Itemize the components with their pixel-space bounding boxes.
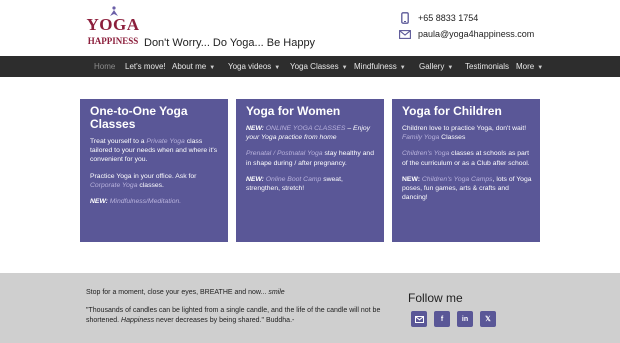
breathe-quote: Stop for a moment, close your eyes, BREA… [86, 289, 285, 296]
logo-bottom-text: HAPPINESS [87, 36, 139, 46]
chevron-down-icon: ▼ [209, 65, 216, 71]
email-icon [414, 315, 424, 323]
x-icon: 𝕏 [485, 315, 491, 323]
corporate-yoga-link[interactable]: Corporate Yoga [90, 182, 138, 189]
online-yoga-classes-link[interactable]: ONLINE YOGA CLASSES [266, 125, 346, 132]
card-yoga-for-women: Yoga for Women NEW: ONLINE YOGA CLASSES … [236, 99, 384, 242]
nav-item-home[interactable]: Home [94, 56, 115, 77]
online-boot-camp-link[interactable]: Online Boot Camp [266, 176, 322, 183]
card-title: Yoga for Women [246, 104, 341, 118]
phone-icon [398, 12, 412, 24]
mindfulness-link[interactable]: Mindfulness/Meditation. [110, 198, 181, 205]
childrens-yoga-link[interactable]: Children's Yoga [402, 150, 449, 157]
card-body: Children love to practice Yoga, don't wa… [402, 125, 532, 202]
card-title: One-to-One Yoga Classes [90, 104, 188, 131]
logo-top-text: YOGA [86, 15, 140, 34]
follow-me-heading: Follow me [408, 291, 463, 305]
chevron-down-icon: ▼ [537, 65, 544, 71]
chevron-down-icon: ▼ [447, 65, 454, 71]
nav-item-mindfulness[interactable]: Mindfulness ▼ [354, 56, 406, 77]
x-social-button[interactable]: 𝕏 [480, 311, 496, 327]
linkedin-icon: in [461, 315, 469, 323]
prenatal-postnatal-link[interactable]: Prenatal / Postnatal Yoga [246, 150, 323, 157]
nav-item-lets-move[interactable]: Let's move! [125, 56, 166, 77]
card-title: Yoga for Children [402, 104, 502, 118]
private-yoga-link[interactable]: Private Yoga [146, 138, 184, 145]
card-body: Treat yourself to a Private Yoga class t… [90, 138, 218, 206]
main-navigation: Home Let's move! About me ▼ Yoga videos ▼ … [0, 56, 620, 77]
email-contact[interactable]: paula@yoga4happiness.com [398, 28, 534, 40]
card-yoga-for-children: Yoga for Children Children love to pract… [392, 99, 540, 242]
site-header: YOGA HAPPINESS Don't Worry... Do Yoga...… [0, 0, 620, 56]
card-one-to-one: One-to-One Yoga Classes Treat yourself t… [80, 99, 228, 242]
nav-item-gallery[interactable]: Gallery ▼ [419, 56, 453, 77]
nav-item-more[interactable]: More ▼ [516, 56, 543, 77]
nav-item-yoga-videos[interactable]: Yoga videos ▼ [228, 56, 280, 77]
chevron-down-icon: ▼ [274, 65, 281, 71]
childrens-yoga-camps-link[interactable]: Children's Yoga Camps [422, 176, 493, 183]
nav-item-yoga-classes[interactable]: Yoga Classes ▼ [290, 56, 348, 77]
phone-contact[interactable]: +65 8833 1754 [398, 12, 478, 24]
nav-item-about-me[interactable]: About me ▼ [172, 56, 215, 77]
site-tagline: Don't Worry... Do Yoga... Be Happy [144, 37, 316, 49]
site-logo[interactable]: YOGA HAPPINESS [86, 6, 140, 50]
chevron-down-icon: ▼ [341, 65, 348, 71]
phone-number: +65 8833 1754 [418, 13, 479, 23]
facebook-social-button[interactable]: f [434, 311, 450, 327]
family-yoga-link[interactable]: Family Yoga [402, 134, 439, 141]
buddha-quote: "Thousands of candles can be lighted fro… [86, 307, 381, 324]
nav-item-testimonials[interactable]: Testimonials [465, 56, 509, 77]
facebook-icon: f [440, 315, 444, 323]
email-social-button[interactable] [411, 311, 427, 327]
email-address: paula@yoga4happiness.com [418, 29, 535, 39]
envelope-icon [398, 28, 412, 40]
card-body: NEW: ONLINE YOGA CLASSES – Enjoy your Yo… [246, 125, 374, 193]
chevron-down-icon: ▼ [399, 65, 406, 71]
linkedin-social-button[interactable]: in [457, 311, 473, 327]
